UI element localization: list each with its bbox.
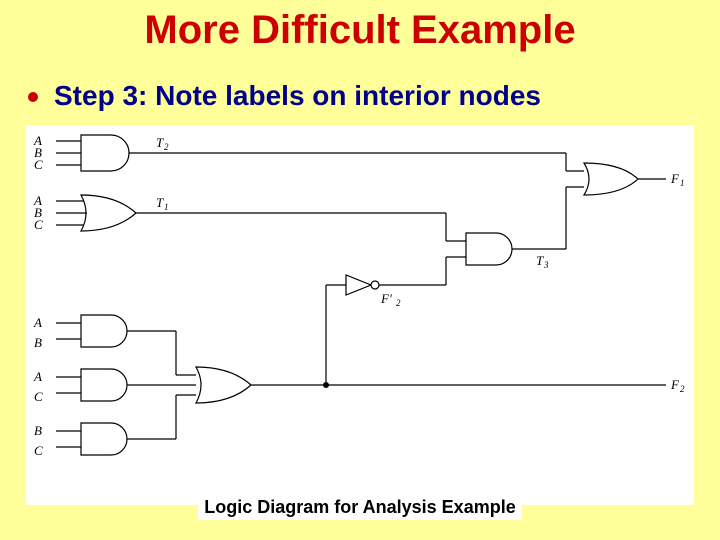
label-f2-sub: 2	[680, 384, 685, 394]
gate-and2-bc: B C	[34, 423, 176, 458]
label-t2-sub: 2	[164, 142, 169, 152]
label-t1: T	[156, 195, 164, 210]
label-t2: T	[156, 135, 164, 150]
bullet-icon	[28, 92, 38, 102]
label-b3: B	[34, 335, 42, 350]
label-f2p: F'	[380, 291, 392, 306]
label-f2p-sub: 2	[396, 298, 401, 308]
gate-or2-f1: F 1	[584, 163, 685, 195]
slide: More Difficult Example Step 3: Note labe…	[0, 0, 720, 540]
label-c: C	[34, 157, 43, 172]
gate-and2-ab: A B	[33, 315, 176, 350]
caption-wrap: Logic Diagram for Analysis Example	[0, 495, 720, 520]
gate-not	[346, 275, 379, 295]
label-b5: B	[34, 423, 42, 438]
logic-diagram: A B C T 2 A B C T 1	[26, 125, 694, 505]
slide-title: More Difficult Example	[0, 8, 720, 53]
label-c5: C	[34, 443, 43, 458]
label-f1: F	[670, 171, 680, 186]
label-f2: F	[670, 377, 680, 392]
diagram-svg: A B C T 2 A B C T 1	[26, 125, 694, 505]
label-c4: C	[34, 389, 43, 404]
label-a4: A	[33, 369, 42, 384]
gate-or3-f2	[196, 367, 326, 403]
diagram-caption: Logic Diagram for Analysis Example	[198, 495, 521, 520]
gate-and2-ac: A C	[33, 369, 176, 404]
label-t3-sub: 3	[543, 260, 549, 270]
label-c2: C	[34, 217, 43, 232]
bullet-text: Step 3: Note labels on interior nodes	[54, 80, 541, 112]
label-t3: T	[536, 253, 544, 268]
gate-or3-t1: A B C T 1	[33, 193, 186, 232]
gate-and2-t3: T 3	[466, 233, 566, 270]
label-t1-sub: 1	[164, 202, 169, 212]
bullet-row: Step 3: Note labels on interior nodes	[28, 80, 541, 112]
label-a3: A	[33, 315, 42, 330]
gate-and3-t2: A B C T 2	[33, 133, 186, 172]
label-f1-sub: 1	[680, 178, 685, 188]
